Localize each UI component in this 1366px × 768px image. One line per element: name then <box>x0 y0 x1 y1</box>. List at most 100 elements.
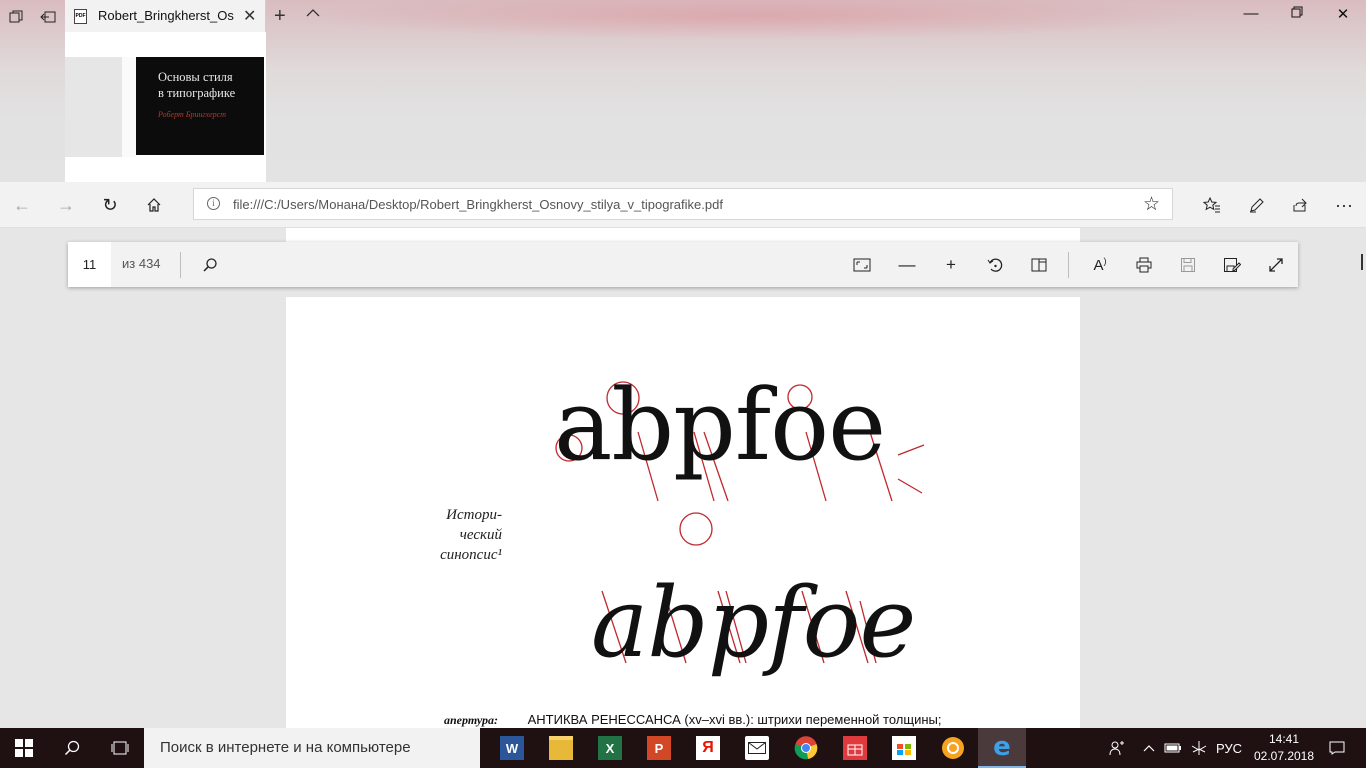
mail-app-icon[interactable] <box>733 728 781 768</box>
axis-line <box>897 444 925 456</box>
preview-book-cover: Основы стиля в типографике Роберт Брингх… <box>136 57 264 155</box>
settings-app-icon[interactable] <box>929 728 977 768</box>
clock-time: 14:41 <box>1268 732 1300 746</box>
previous-page-edge <box>286 228 1080 242</box>
cortana-search-icon[interactable] <box>48 728 96 768</box>
fullscreen-icon[interactable] <box>1263 252 1289 278</box>
tab-manager-icon[interactable] <box>5 6 27 28</box>
edge-app-icon[interactable]: e <box>978 728 1026 768</box>
toolbar-divider <box>1068 252 1069 278</box>
pdf-page: abpfoe abpfoe Истори- ческий синопсис¹ а… <box>286 297 1080 737</box>
page-total: из 434 <box>122 256 161 271</box>
preview-gap <box>122 57 136 157</box>
caption-text: АНТИКВА РЕНЕССАНСА (xv–xvi вв.): штрихи … <box>527 712 942 727</box>
close-window-icon[interactable]: ✕ <box>1333 5 1353 23</box>
favorites-icon[interactable] <box>1199 192 1225 218</box>
tab-title: Robert_Bringkherst_Osr <box>98 8 234 23</box>
toolbar-divider <box>180 252 181 278</box>
gift-glyph <box>843 736 867 760</box>
clock-date: 02.07.2018 <box>1253 749 1315 763</box>
glyph-sample-roman: abpfoe <box>554 369 886 483</box>
close-icon[interactable]: ✕ <box>243 6 256 26</box>
task-view-icon[interactable] <box>96 728 144 768</box>
side-note-line2: ческий <box>459 527 502 543</box>
pdf-icon: PDF <box>74 9 87 24</box>
forward-icon[interactable]: → <box>53 192 79 218</box>
url-text[interactable]: file:///C:/Users/Монана/Desktop/Robert_B… <box>233 197 723 212</box>
print-icon[interactable] <box>1131 252 1157 278</box>
set-aside-icon[interactable] <box>37 6 59 28</box>
tab-preview[interactable]: Основы стиля в типографике Роберт Брингх… <box>65 32 266 182</box>
fit-page-icon[interactable] <box>849 252 875 278</box>
share-icon[interactable] <box>1287 192 1313 218</box>
home-icon[interactable] <box>141 192 167 218</box>
refresh-icon[interactable]: ↻ <box>97 192 123 218</box>
minimize-icon[interactable]: — <box>1241 5 1261 22</box>
edge-glyph: e <box>993 732 1011 762</box>
zoom-out-icon[interactable]: — <box>894 252 920 278</box>
rotate-icon[interactable] <box>982 252 1008 278</box>
scrollbar-thumb[interactable] <box>1361 254 1363 270</box>
save-icon[interactable] <box>1175 252 1201 278</box>
preview-title-line2: в типографике <box>158 86 236 100</box>
chevron-up-tray-icon[interactable] <box>1140 728 1158 768</box>
back-icon[interactable]: ← <box>9 192 35 218</box>
windows-icon[interactable] <box>0 728 48 768</box>
preview-margin <box>65 57 122 157</box>
glyph-sample-italic: abpfoe <box>591 567 916 679</box>
gift-app-icon[interactable] <box>831 728 879 768</box>
yandex-browser-icon[interactable]: Я <box>684 728 732 768</box>
word-app-icon[interactable]: W <box>488 728 536 768</box>
zoom-in-icon[interactable]: + <box>938 252 964 278</box>
taskbar-search-box[interactable]: Поиск в интернете и на компьютере <box>144 728 480 768</box>
mail-glyph <box>745 736 769 760</box>
excel-app-icon[interactable]: X <box>586 728 634 768</box>
word-glyph: W <box>500 736 524 760</box>
search-icon[interactable] <box>197 252 223 278</box>
people-icon[interactable] <box>1104 728 1130 768</box>
info-icon[interactable]: i <box>207 197 220 210</box>
restore-icon[interactable] <box>1287 5 1307 22</box>
caption-row: апертура: АНТИКВА РЕНЕССАНСА (xv–xvi вв.… <box>444 712 941 728</box>
yandex-glyph: Я <box>696 736 720 760</box>
save-as-icon[interactable] <box>1219 252 1245 278</box>
file-explorer-icon[interactable] <box>537 728 585 768</box>
scrollbar[interactable] <box>1358 228 1366 728</box>
pdf-viewer[interactable]: abpfoe abpfoe Истори- ческий синопсис¹ а… <box>0 228 1366 737</box>
notification-icon[interactable] <box>1322 728 1352 768</box>
new-tab-icon[interactable]: + <box>274 5 286 28</box>
preview-book-author: Роберт Брингхерст <box>158 110 226 119</box>
pdf-toolbar: 11 из 434 — + A) <box>68 242 1298 287</box>
clock[interactable]: 14:41 02.07.2018 <box>1252 731 1316 765</box>
folder-glyph <box>549 736 573 760</box>
taskbar-search-placeholder[interactable]: Поиск в интернете и на компьютере <box>160 739 411 756</box>
tab-active[interactable]: PDF Robert_Bringkherst_Osr ✕ Основы стил… <box>65 0 266 182</box>
star-icon[interactable]: ☆ <box>1143 193 1160 216</box>
side-note: Истори- ческий синопсис¹ <box>416 505 502 565</box>
chrome-app-icon[interactable] <box>782 728 830 768</box>
excel-glyph: X <box>598 736 622 760</box>
preview-book-title: Основы стиля в типографике <box>158 69 235 101</box>
preview-title-line1: Основы стиля <box>158 70 233 84</box>
title-bar: PDF Robert_Bringkherst_Osr ✕ Основы стил… <box>0 0 1366 182</box>
more-icon[interactable]: ··· <box>1331 192 1357 218</box>
powerpoint-glyph: P <box>647 736 671 760</box>
store-app-icon[interactable] <box>880 728 928 768</box>
battery-icon[interactable] <box>1162 728 1184 768</box>
powerpoint-app-icon[interactable]: P <box>635 728 683 768</box>
taskbar: Поиск в интернете и на компьютере W X P … <box>0 728 1366 768</box>
side-note-line1: Истори- <box>446 507 502 523</box>
page-number-input[interactable]: 11 <box>68 242 111 287</box>
store-glyph <box>892 736 916 760</box>
network-icon[interactable] <box>1188 728 1210 768</box>
pen-icon[interactable] <box>1243 192 1269 218</box>
read-aloud-icon[interactable]: A) <box>1087 252 1113 278</box>
language-indicator[interactable]: РУС <box>1214 728 1244 768</box>
chevron-up-icon[interactable] <box>306 5 320 21</box>
read-aloud-glyph: A) <box>1093 256 1107 274</box>
layout-icon[interactable] <box>1026 252 1052 278</box>
side-note-line3: синопсис¹ <box>440 547 502 563</box>
navigation-bar: ← → ↻ i file:///C:/Users/Монана/Desktop/… <box>0 182 1366 228</box>
address-bar[interactable]: i file:///C:/Users/Монана/Desktop/Robert… <box>193 188 1173 220</box>
title-bar-backdrop <box>300 0 1200 40</box>
